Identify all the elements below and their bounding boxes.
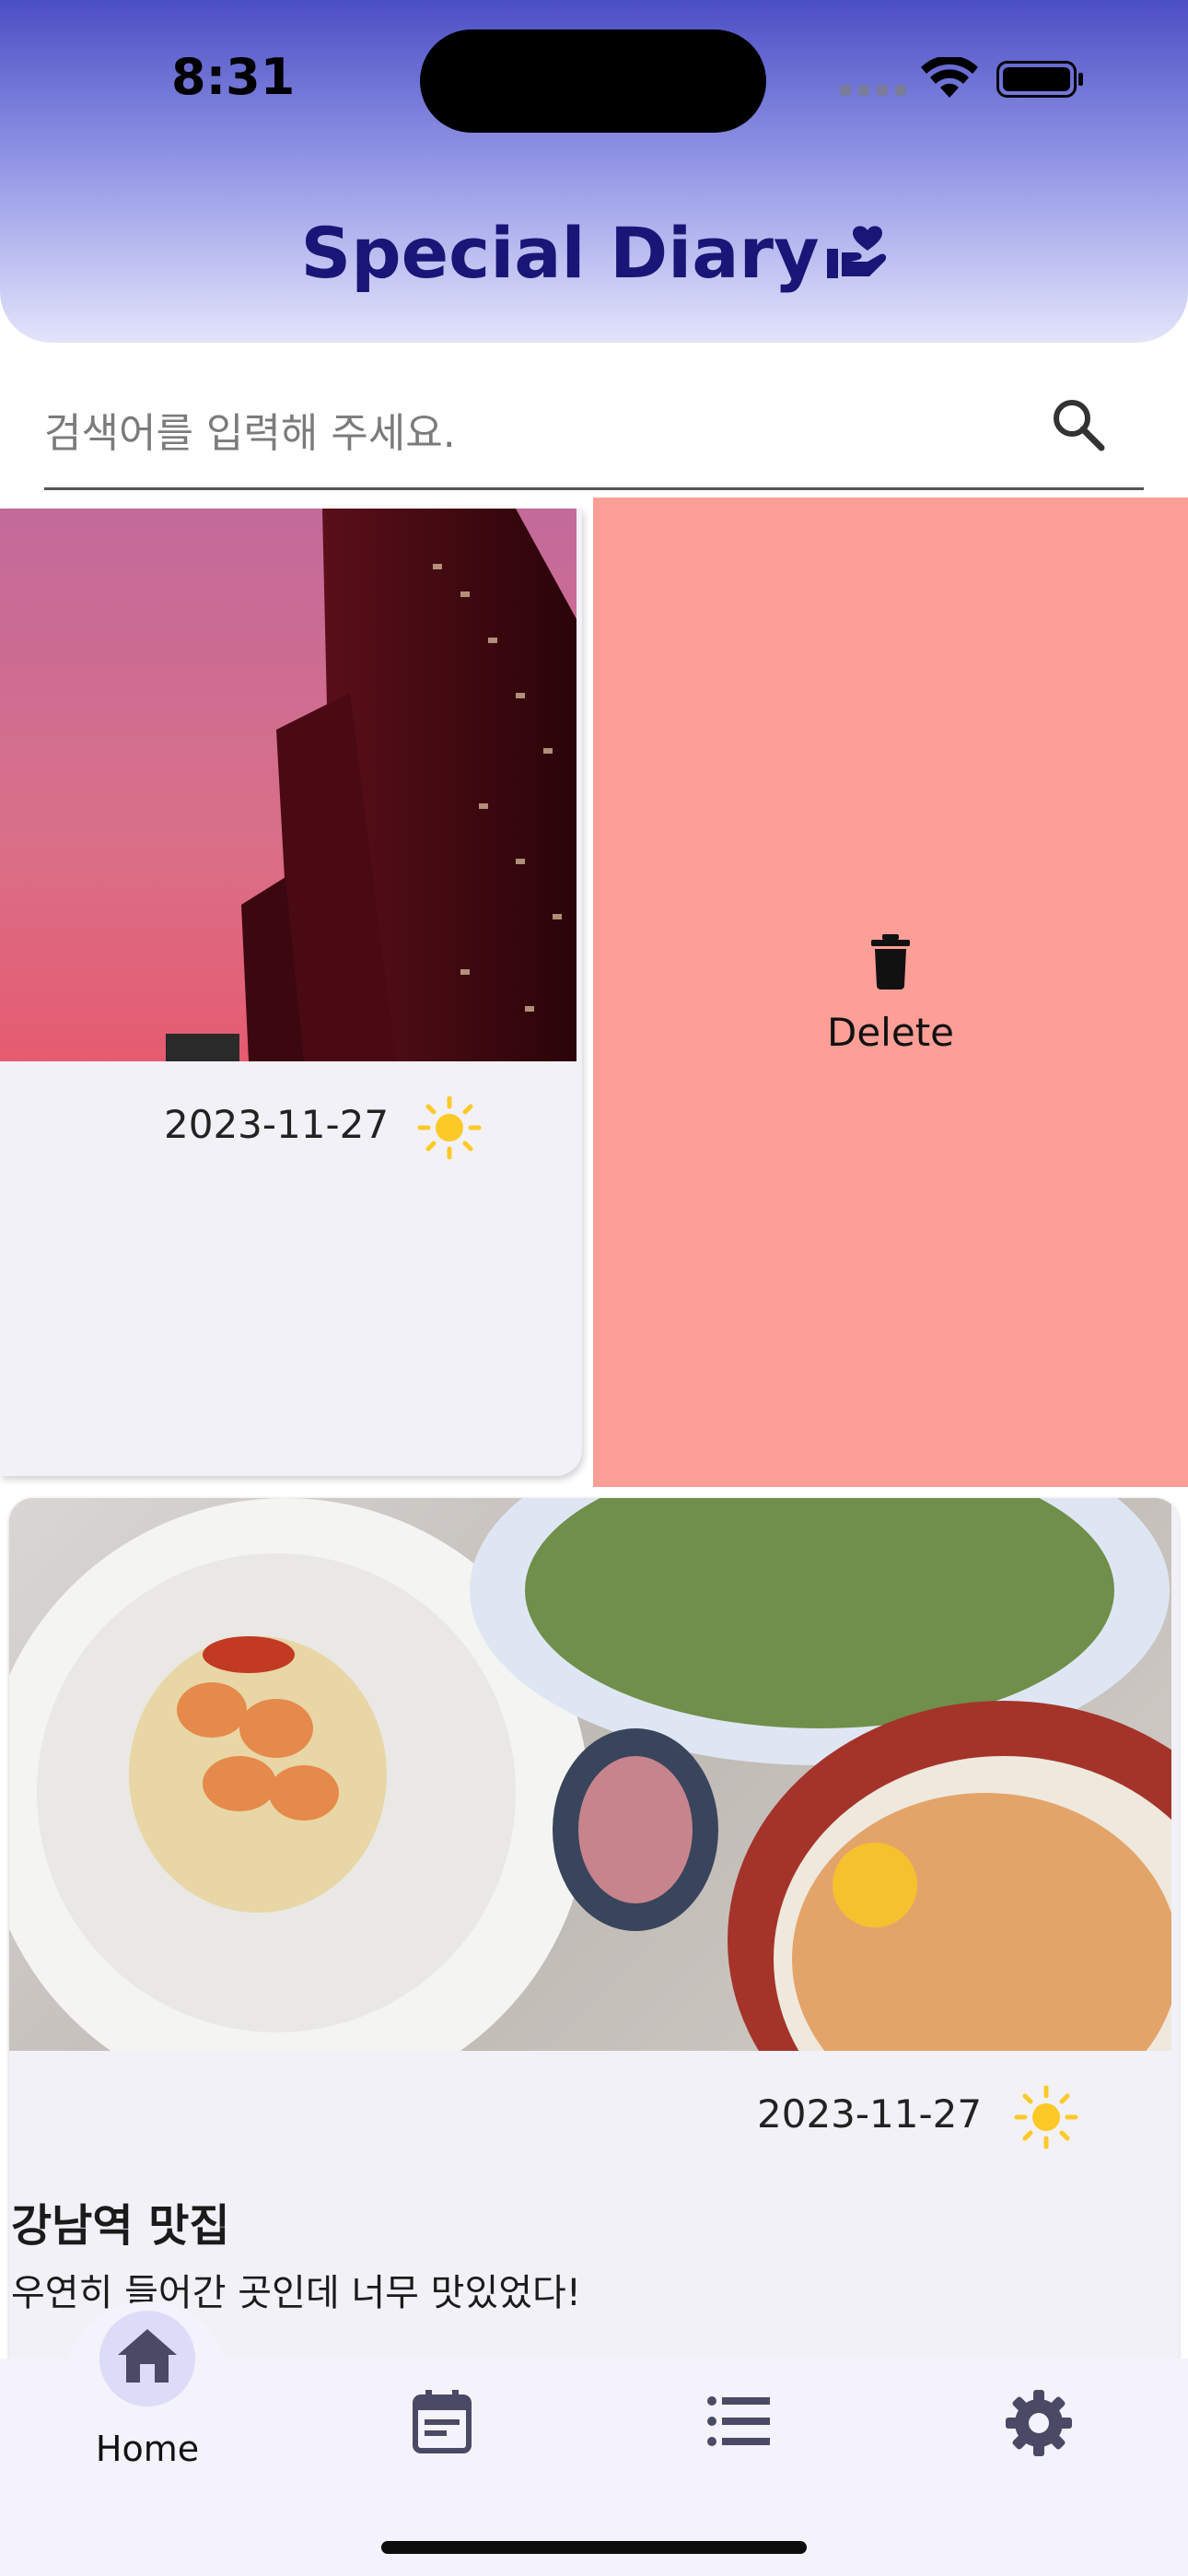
entry-date: 2023-11-27 (164, 1102, 390, 1147)
hand-heart-icon (826, 226, 886, 278)
dynamic-island (420, 29, 766, 133)
home-indicator[interactable] (381, 2541, 807, 2554)
diary-card[interactable]: 2023-11-27 (0, 509, 582, 1476)
cellular-signal-icon (840, 81, 906, 96)
nav-item-settings[interactable] (980, 2359, 1164, 2506)
search-input[interactable]: 검색어를 입력해 주세요. (44, 400, 456, 459)
status-time: 8:31 (171, 48, 296, 106)
nav-item-list[interactable] (683, 2359, 868, 2506)
app-title-text: Special Diary (300, 212, 820, 294)
sunny-icon (417, 1095, 482, 1160)
home-icon (118, 2329, 177, 2383)
trash-icon (871, 934, 910, 989)
entry-body: 우연히 들어간 곳인데 너무 맛있었다! (11, 2272, 581, 2314)
nav-item-calendar[interactable] (387, 2359, 571, 2506)
battery-icon (996, 61, 1083, 98)
calendar-icon (413, 2390, 472, 2453)
entry-title: 강남역 맛집 (11, 2200, 230, 2252)
delete-button[interactable]: Delete (593, 498, 1188, 1487)
nav-label-home: Home (95, 2429, 200, 2469)
diary-photo (0, 509, 577, 1061)
delete-label: Delete (827, 1010, 954, 1055)
settings-icon (1006, 2390, 1072, 2456)
app-title: Special Diary (0, 212, 1188, 294)
wifi-icon (921, 57, 978, 98)
entry-date: 2023-11-27 (757, 2091, 983, 2137)
diary-photo (9, 1498, 1171, 2051)
search-icon[interactable] (1050, 396, 1107, 453)
sunny-icon (1014, 2085, 1078, 2149)
search-bar[interactable]: 검색어를 입력해 주세요. (44, 372, 1144, 490)
nav-item-home[interactable]: Home (0, 2311, 295, 2506)
list-icon (707, 2396, 770, 2446)
app-header: 8:31 Special Diary (0, 0, 1188, 343)
